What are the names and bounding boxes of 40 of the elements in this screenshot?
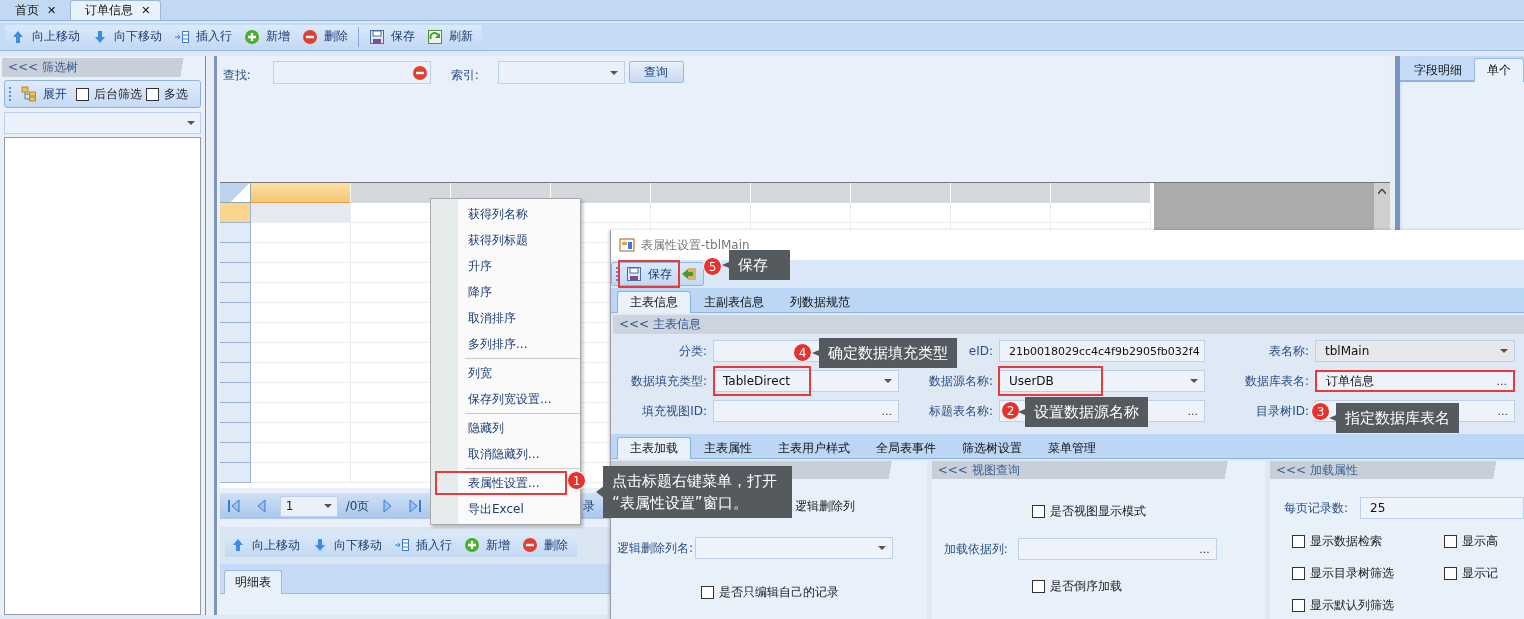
callout-tooltip: 设置数据源名称 bbox=[1018, 397, 1148, 427]
field-label: 目录树ID: bbox=[1256, 402, 1309, 420]
callout-tooltip: 指定数据库表名 bbox=[1329, 403, 1459, 433]
checkbox-label: 后台筛选 bbox=[94, 85, 142, 103]
section-header: <<< 主表信息 bbox=[613, 315, 1524, 334]
checkbox-label: 是否只编辑自己的记录 bbox=[719, 584, 839, 601]
field-label: 加载依据列: bbox=[943, 540, 1008, 558]
callout-tooltip: 确定数据填充类型 bbox=[812, 338, 957, 368]
callout-tooltip: 保存 bbox=[722, 250, 790, 280]
checkbox-label: 显示记 bbox=[1462, 565, 1498, 582]
find-label: 查找: bbox=[222, 67, 252, 84]
field-label: 分类: bbox=[678, 342, 707, 360]
field-value: TableDirect bbox=[723, 374, 791, 388]
page-count: /0页 bbox=[345, 497, 370, 515]
checkbox-label: 是否视图显示模式 bbox=[1049, 503, 1146, 520]
field-value: 1 bbox=[285, 499, 294, 513]
index-label: 索引: bbox=[450, 67, 480, 84]
callout-tooltip: 点击标题右键菜单，打开 “表属性设置”窗口。 bbox=[596, 466, 792, 518]
record-count: 录 bbox=[583, 497, 596, 515]
field-label: eID: bbox=[968, 344, 993, 358]
field-value: UserDB bbox=[1009, 374, 1055, 388]
field-label: 数据填充类型: bbox=[630, 372, 707, 390]
checkbox-label: 多选 bbox=[164, 85, 188, 103]
field-value: 21b0018029cc4c4f9b2905fb032f4 bbox=[1009, 344, 1200, 358]
checkbox-label: 显示目录树筛选 bbox=[1310, 565, 1394, 582]
checkbox-label: 显示数据检索 bbox=[1310, 533, 1382, 550]
field-label: 数据库表名: bbox=[1244, 372, 1309, 390]
checkbox-label: 显示高 bbox=[1462, 533, 1498, 550]
field-value: 25 bbox=[1370, 501, 1387, 515]
field-label: 数据源名称: bbox=[928, 372, 993, 390]
field-label: 填充视图ID: bbox=[642, 402, 707, 420]
field-label: 逻辑删除列名: bbox=[617, 539, 694, 557]
field-label: 标题表名称: bbox=[928, 402, 993, 420]
checkbox-label: 逻辑删除列 bbox=[795, 499, 855, 513]
checkbox-label: 是否倒序加载 bbox=[1049, 578, 1122, 595]
field-value: 订单信息 bbox=[1326, 372, 1375, 390]
checkbox-label: 显示默认列筛选 bbox=[1310, 597, 1394, 614]
field-value: tblMain bbox=[1325, 344, 1371, 358]
field-label: 每页记录数: bbox=[1284, 499, 1349, 517]
field-label: 表名称: bbox=[1268, 342, 1309, 360]
